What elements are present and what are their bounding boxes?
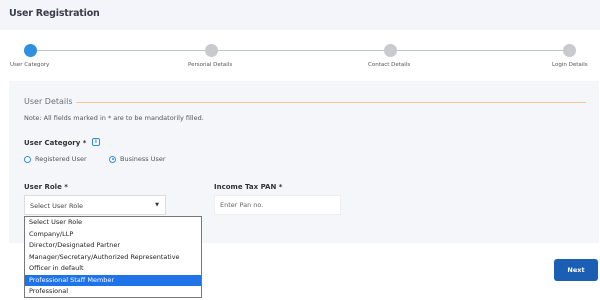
dropdown-option[interactable]: Professional: [25, 286, 201, 298]
page-title: User Registration: [9, 8, 100, 19]
radio-label: Registered User: [35, 155, 87, 163]
user-role-label: User Role *: [24, 183, 68, 191]
dropdown-option[interactable]: Director/Designated Partner: [25, 240, 201, 252]
user-role-selected-value: Select User Role: [30, 202, 84, 210]
dropdown-option[interactable]: Officer in default: [25, 263, 201, 275]
step-dot-login-details[interactable]: [563, 44, 576, 57]
step-dot-contact-details[interactable]: [384, 44, 397, 57]
radio-business-user[interactable]: Business User: [109, 155, 166, 163]
info-icon[interactable]: i: [92, 138, 100, 146]
step-label-personal-details: Personal Details: [188, 62, 233, 68]
next-button[interactable]: Next: [554, 259, 598, 281]
page-header: User Registration: [0, 0, 600, 30]
registration-stepper: User Category Personal Details Contact D…: [0, 38, 600, 70]
section-divider: [76, 102, 586, 103]
step-label-contact-details: Contact Details: [368, 62, 411, 68]
radio-label: Business User: [120, 155, 166, 163]
stepper-connector: [217, 50, 384, 51]
user-role-dropdown[interactable]: Select User Role Company/LLP Director/De…: [24, 216, 202, 298]
step-label-login-details: Login Details: [552, 62, 588, 68]
radio-button-icon[interactable]: [24, 155, 31, 163]
section-title: User Details: [24, 97, 73, 106]
dropdown-option-highlighted[interactable]: Professional Staff Member: [25, 274, 201, 286]
stepper-connector: [397, 50, 563, 51]
dropdown-option[interactable]: Company/LLP: [25, 229, 201, 241]
pan-label: Income Tax PAN *: [214, 183, 283, 191]
step-dot-user-category[interactable]: [24, 44, 37, 57]
dropdown-option[interactable]: Select User Role: [25, 217, 201, 229]
mandatory-note: Note: All fields marked in * are to be m…: [24, 114, 204, 122]
step-label-user-category: User Category: [10, 62, 50, 68]
user-category-label: User Category *: [24, 139, 87, 147]
user-role-select[interactable]: Select User Role ▼: [24, 195, 166, 215]
radio-registered-user[interactable]: Registered User: [24, 155, 87, 163]
radio-button-checked-icon[interactable]: [109, 155, 116, 163]
dropdown-option[interactable]: Manager/Secretary/Authorized Representat…: [25, 252, 201, 264]
stepper-connector: [36, 50, 205, 51]
chevron-down-icon: ▼: [155, 202, 159, 208]
pan-input[interactable]: [214, 195, 341, 215]
step-dot-personal-details[interactable]: [205, 44, 218, 57]
